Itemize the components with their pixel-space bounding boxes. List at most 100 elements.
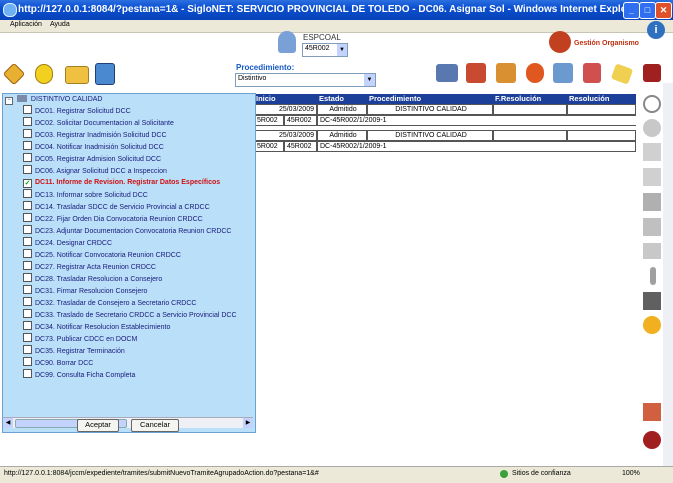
book-icon[interactable] (643, 64, 661, 82)
folder-icon[interactable] (65, 66, 89, 84)
tree-item-checkbox[interactable] (23, 369, 32, 378)
tree-item-checkbox[interactable] (23, 105, 32, 114)
tree-item[interactable]: DC90. Borrar DCC (23, 357, 93, 368)
tree-item[interactable]: DC24. Designar CRDCC (23, 237, 112, 248)
tree-item-checkbox[interactable] (23, 321, 32, 330)
printer-icon[interactable] (643, 243, 661, 259)
paperclip-icon[interactable] (650, 267, 656, 285)
tree-item[interactable]: DC31. Firmar Resolucion Consejero (23, 285, 147, 296)
tree-item-checkbox[interactable] (23, 225, 32, 234)
tree-item-checkbox[interactable] (23, 153, 32, 162)
tree-item-checkbox[interactable] (23, 141, 32, 150)
cell-fresolucion (493, 130, 567, 141)
cell-expediente[interactable]: DC-45R002/1/2009-1 (317, 141, 636, 152)
tree-item[interactable]: DC27. Registrar Acta Reunion CRDCC (23, 261, 156, 272)
scroll-right-icon[interactable]: ▶ (243, 418, 253, 428)
cell-expediente[interactable]: DC-45R002/1/2009-1 (317, 115, 636, 126)
documents-icon[interactable] (643, 143, 661, 161)
procedimiento-select[interactable]: Distintivo ▼ (235, 73, 376, 87)
search-document-icon[interactable] (553, 63, 573, 83)
computer-icon[interactable] (436, 64, 458, 82)
tree-item[interactable]: DC04. Notificar Inadmisión Solicitud DCC (23, 141, 164, 152)
tag-icon[interactable] (610, 63, 634, 85)
tree-item-checkbox[interactable] (23, 117, 32, 126)
pencil-icon[interactable] (2, 62, 26, 86)
gestion-organismo-label[interactable]: Gestión Organismo (574, 40, 639, 47)
scissors-icon[interactable] (643, 218, 661, 236)
tree-item-label: DC14. Trasladar SDCC de Servicio Provinc… (35, 204, 210, 211)
tree-item[interactable]: DC99. Consulta Ficha Completa (23, 369, 135, 380)
window-title: http://127.0.0.1:8084/?pestana=1& - Sigl… (18, 4, 641, 15)
magnifier-icon[interactable] (643, 95, 661, 113)
exit-icon[interactable] (643, 431, 661, 449)
tree-item[interactable]: DC13. Informar sobre Solicitud DCC (23, 189, 148, 200)
books-icon[interactable] (466, 63, 486, 83)
tree-item-checkbox[interactable] (23, 261, 32, 270)
zoom-level[interactable]: 100% (622, 470, 640, 477)
maximize-button[interactable]: □ (639, 2, 656, 19)
cell-inicio: 25/03/2009 (254, 104, 317, 115)
tree-item-checkbox[interactable] (23, 297, 32, 306)
tree-item-checkbox[interactable] (23, 165, 32, 174)
tree-item[interactable]: DC32. Trasladar de Consejero a Secretari… (23, 297, 196, 308)
column-header-inicio: Inicio (254, 94, 317, 104)
close-button[interactable]: ✕ (655, 2, 672, 19)
tree-item[interactable]: DC34. Notificar Resolucion Establecimien… (23, 321, 170, 332)
network-icon[interactable] (95, 63, 115, 85)
tree-item-checkbox[interactable] (23, 273, 32, 282)
archive-icon[interactable] (496, 63, 516, 83)
tree-root[interactable]: − DISTINTIVO CALIDAD (5, 94, 102, 105)
cancelar-button[interactable]: Cancelar (131, 419, 179, 432)
tree-item-checkbox[interactable] (23, 189, 32, 198)
tree-item[interactable]: DC06. Asignar Solicitud DCC a Inspeccion (23, 165, 167, 176)
tree-item[interactable]: DC33. Traslado de Secretario CRDCC a Ser… (23, 309, 237, 320)
tree-item[interactable]: DC35. Registrar Terminación (23, 345, 125, 356)
menu-ayuda[interactable]: Ayuda (50, 21, 70, 28)
tree-item-checkbox[interactable] (23, 357, 32, 366)
collapse-icon[interactable]: − (5, 97, 13, 105)
cell-code2: 45R002 (284, 141, 317, 152)
tree-item[interactable]: DC05. Registrar Admision Solicitud DCC (23, 153, 161, 164)
tree-item-checkbox[interactable] (23, 213, 32, 222)
tree-item-checkbox[interactable] (23, 237, 32, 246)
tree-item-checkbox[interactable] (23, 309, 32, 318)
info-icon[interactable]: i (647, 21, 665, 39)
tree-item-checkbox[interactable] (23, 345, 32, 354)
notes-icon[interactable] (643, 168, 661, 186)
tree-item[interactable]: DC14. Trasladar SDCC de Servicio Provinc… (23, 201, 210, 212)
tree-item[interactable]: DC73. Publicar CDCC en DOCM (23, 333, 137, 344)
tree-item-label: DC34. Notificar Resolucion Establecimien… (35, 324, 171, 331)
tree-item[interactable]: DC22. Fijar Orden Dia Convocatoria Reuni… (23, 213, 203, 224)
tree-item[interactable]: DC23. Adjuntar Documentacion Convocatori… (23, 225, 232, 236)
settings-gear-icon[interactable] (643, 316, 661, 334)
procedimiento-value: Distintivo (238, 75, 267, 82)
tree-item-checkbox[interactable] (23, 285, 32, 294)
tools-icon[interactable] (583, 63, 601, 83)
tree-item[interactable]: DC01. Registrar Solicitud DCC (23, 105, 131, 116)
tree-item[interactable]: DC28. Trasladar Resolucion a Consejero (23, 273, 162, 284)
clean-icon[interactable] (643, 403, 661, 421)
tree-item-checkbox[interactable] (23, 201, 32, 210)
ie-icon (3, 3, 17, 17)
tree-item-checkbox[interactable] (23, 129, 32, 138)
espcoal-select[interactable]: 45R002 ▼ (302, 43, 348, 57)
vertical-scrollbar[interactable] (663, 83, 673, 466)
menu-aplicacion[interactable]: Aplicación (10, 21, 42, 28)
tree-item-checkbox[interactable]: ✓ (23, 179, 32, 188)
lightbulb-icon[interactable] (35, 64, 53, 84)
tree-item-checkbox[interactable] (23, 249, 32, 258)
aceptar-button[interactable]: Aceptar (77, 419, 119, 432)
fax-icon[interactable] (643, 292, 661, 310)
tray-icon[interactable] (643, 193, 661, 211)
tree-item[interactable]: ✓ DC11. Informe de Revision. Registrar Da… (23, 177, 220, 188)
tree-item[interactable]: DC02. Solicitar Documentacion al Solicit… (23, 117, 174, 128)
scroll-left-icon[interactable]: ◀ (3, 418, 13, 428)
tree-item-checkbox[interactable] (23, 333, 32, 342)
horizontal-scrollbar[interactable]: ◀ ▶ (3, 417, 253, 428)
minimize-button[interactable]: _ (623, 2, 640, 19)
tree-item[interactable]: DC03. Registrar Inadmisión Solicitud DCC (23, 129, 167, 140)
column-header-estado: Estado (317, 94, 367, 104)
tree-item[interactable]: DC25. Notificar Convocatoria Reunion CRD… (23, 249, 181, 260)
back-icon[interactable] (643, 119, 661, 137)
chart-icon[interactable] (526, 63, 544, 83)
